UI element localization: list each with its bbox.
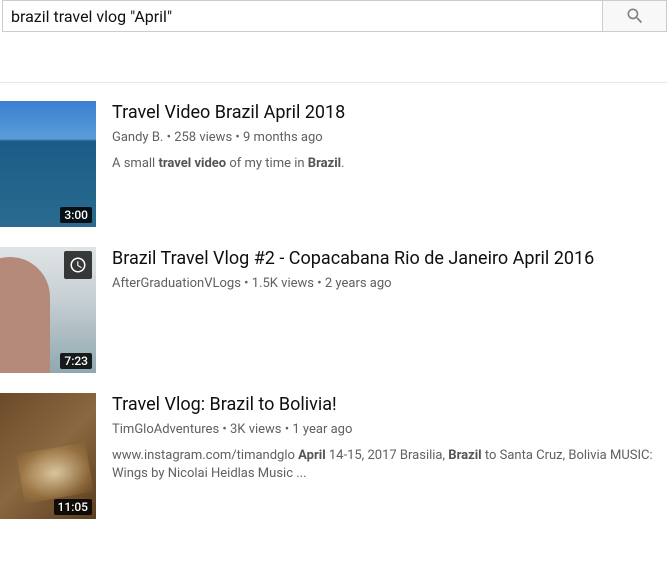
video-thumbnail[interactable]: 11:05 — [0, 393, 96, 519]
video-age: 2 years ago — [314, 276, 392, 291]
divider — [0, 82, 667, 83]
channel-name[interactable]: TimGloAdventures — [112, 422, 219, 437]
search-result[interactable]: 7:23 Brazil Travel Vlog #2 - Copacabana R… — [0, 239, 667, 381]
video-duration: 11:05 — [54, 499, 92, 515]
video-info: Travel Vlog: Brazil to Bolivia! TimGloAdv… — [112, 393, 667, 519]
search-button[interactable] — [602, 0, 667, 32]
video-meta: AfterGraduationVLogs1.5K views2 years ag… — [112, 275, 667, 293]
video-info: Brazil Travel Vlog #2 - Copacabana Rio d… — [112, 247, 667, 373]
search-icon — [625, 6, 645, 26]
video-meta: Gandy B.258 views9 months ago — [112, 129, 667, 147]
watch-later-icon[interactable] — [64, 251, 92, 279]
video-thumbnail[interactable]: 7:23 — [0, 247, 96, 373]
video-title[interactable]: Brazil Travel Vlog #2 - Copacabana Rio d… — [112, 247, 667, 271]
video-duration: 7:23 — [60, 353, 92, 369]
video-age: 1 year ago — [282, 422, 353, 437]
video-title[interactable]: Travel Video Brazil April 2018 — [112, 101, 667, 125]
video-duration: 3:00 — [60, 207, 92, 223]
search-result[interactable]: 11:05 Travel Vlog: Brazil to Bolivia! TimG… — [0, 385, 667, 527]
search-input[interactable] — [2, 0, 602, 32]
video-description: A small travel video of my time in Brazi… — [112, 155, 667, 173]
search-result[interactable]: 3:00 Travel Video Brazil April 2018 Gandy … — [0, 93, 667, 235]
video-description: www.instagram.com/timandglo April 14-15,… — [112, 447, 667, 483]
video-info: Travel Video Brazil April 2018 Gandy B.25… — [112, 101, 667, 227]
video-age: 9 months ago — [232, 130, 323, 145]
view-count: 258 views — [163, 130, 232, 145]
search-bar — [2, 0, 667, 32]
video-title[interactable]: Travel Vlog: Brazil to Bolivia! — [112, 393, 667, 417]
video-thumbnail[interactable]: 3:00 — [0, 101, 96, 227]
view-count: 3K views — [219, 422, 281, 437]
channel-name[interactable]: AfterGraduationVLogs — [112, 276, 241, 291]
video-meta: TimGloAdventures3K views1 year ago — [112, 421, 667, 439]
search-results: 3:00 Travel Video Brazil April 2018 Gandy … — [0, 93, 667, 527]
view-count: 1.5K views — [241, 276, 314, 291]
channel-name[interactable]: Gandy B. — [112, 130, 163, 145]
